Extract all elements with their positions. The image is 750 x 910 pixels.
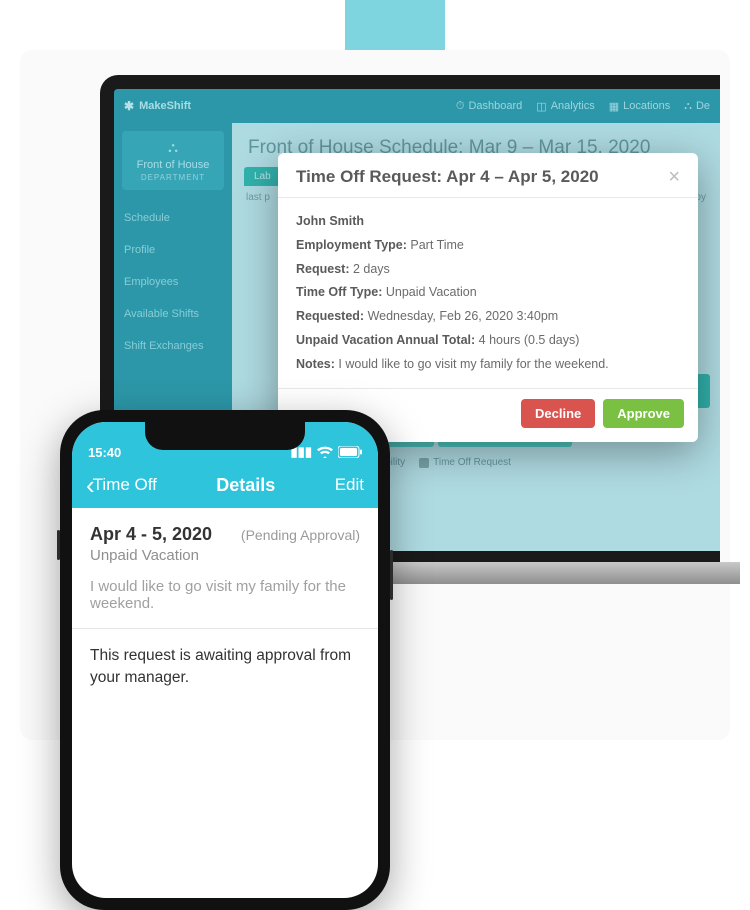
departments-icon: ⛬ (684, 100, 692, 113)
mobile-app: 15:40 ▮▮▮ ‹ Time Off Details Edit Apr 4 … (72, 422, 378, 898)
request-type: Unpaid Vacation (90, 547, 360, 564)
notes-value: I would like to go visit my family for t… (338, 357, 608, 371)
department-label: DEPARTMENT (126, 173, 220, 182)
requested-label: Requested: (296, 309, 364, 323)
requested-value: Wednesday, Feb 26, 2020 3:40pm (368, 309, 559, 323)
back-label: Time Off (93, 475, 157, 495)
mobile-header: ‹ Time Off Details Edit (72, 462, 378, 508)
department-card[interactable]: ⛬ Front of House DEPARTMENT (122, 131, 224, 190)
nav-locations[interactable]: ▦Locations (609, 100, 671, 113)
sidebar-link-schedule[interactable]: Schedule (124, 202, 222, 234)
sidebar-link-profile[interactable]: Profile (124, 234, 222, 266)
battery-icon (338, 446, 362, 458)
sidebar-link-shift-exchanges[interactable]: Shift Exchanges (124, 330, 222, 362)
notes-label: Notes: (296, 357, 335, 371)
nav-analytics[interactable]: ◫Analytics (536, 100, 594, 113)
brand-label: MakeShift (139, 100, 191, 112)
edit-button[interactable]: Edit (335, 475, 364, 495)
tot-label: Time Off Type: (296, 285, 382, 299)
status-time: 15:40 (88, 445, 121, 460)
phone-notch (145, 422, 305, 450)
sidebar-link-employees[interactable]: Employees (124, 266, 222, 298)
emp-type-value: Part Time (410, 238, 464, 252)
date-range: Apr 4 - 5, 2020 (90, 524, 212, 545)
phone-mockup: 15:40 ▮▮▮ ‹ Time Off Details Edit Apr 4 … (60, 410, 390, 740)
request-note: I would like to go visit my family for t… (90, 578, 360, 612)
request-label: Request: (296, 262, 349, 276)
department-name: Front of House (126, 159, 220, 171)
legend-swatch-icon (419, 458, 429, 468)
annual-value: 4 hours (0.5 days) (479, 333, 580, 347)
dashboard-icon: ⏱ (456, 100, 465, 113)
emp-type-label: Employment Type: (296, 238, 407, 252)
topnav: ⏱Dashboard ◫Analytics ▦Locations ⛬De (456, 100, 710, 113)
decline-button[interactable]: Decline (521, 399, 595, 428)
tab-lab[interactable]: Lab (244, 167, 281, 186)
brand[interactable]: ✱ MakeShift (124, 99, 191, 113)
department-icon: ⛬ (126, 139, 220, 156)
brand-icon: ✱ (124, 99, 134, 113)
awaiting-message: This request is awaiting approval from y… (90, 645, 360, 688)
tot-value: Unpaid Vacation (386, 285, 477, 299)
employee-name: John Smith (296, 214, 364, 228)
wifi-icon (317, 446, 333, 458)
topbar: ✱ MakeShift ⏱Dashboard ◫Analytics ▦Locat… (114, 89, 720, 123)
request-value: 2 days (353, 262, 390, 276)
divider (72, 628, 378, 629)
sidebar-link-available-shifts[interactable]: Available Shifts (124, 298, 222, 330)
close-icon[interactable]: × (668, 167, 680, 187)
modal-title: Time Off Request: Apr 4 – Apr 5, 2020 (296, 167, 599, 187)
annual-label: Unpaid Vacation Annual Total: (296, 333, 475, 347)
back-button[interactable]: ‹ Time Off (86, 472, 157, 498)
mobile-title: Details (216, 475, 275, 496)
analytics-icon: ◫ (536, 100, 546, 113)
locations-icon: ▦ (609, 100, 619, 113)
nav-departments[interactable]: ⛬De (684, 100, 710, 113)
approve-button[interactable]: Approve (603, 399, 684, 428)
nav-dashboard[interactable]: ⏱Dashboard (456, 100, 522, 113)
time-off-modal: Time Off Request: Apr 4 – Apr 5, 2020 × … (278, 153, 698, 442)
subhead-left: last p (246, 192, 270, 203)
pending-status: (Pending Approval) (241, 527, 360, 543)
